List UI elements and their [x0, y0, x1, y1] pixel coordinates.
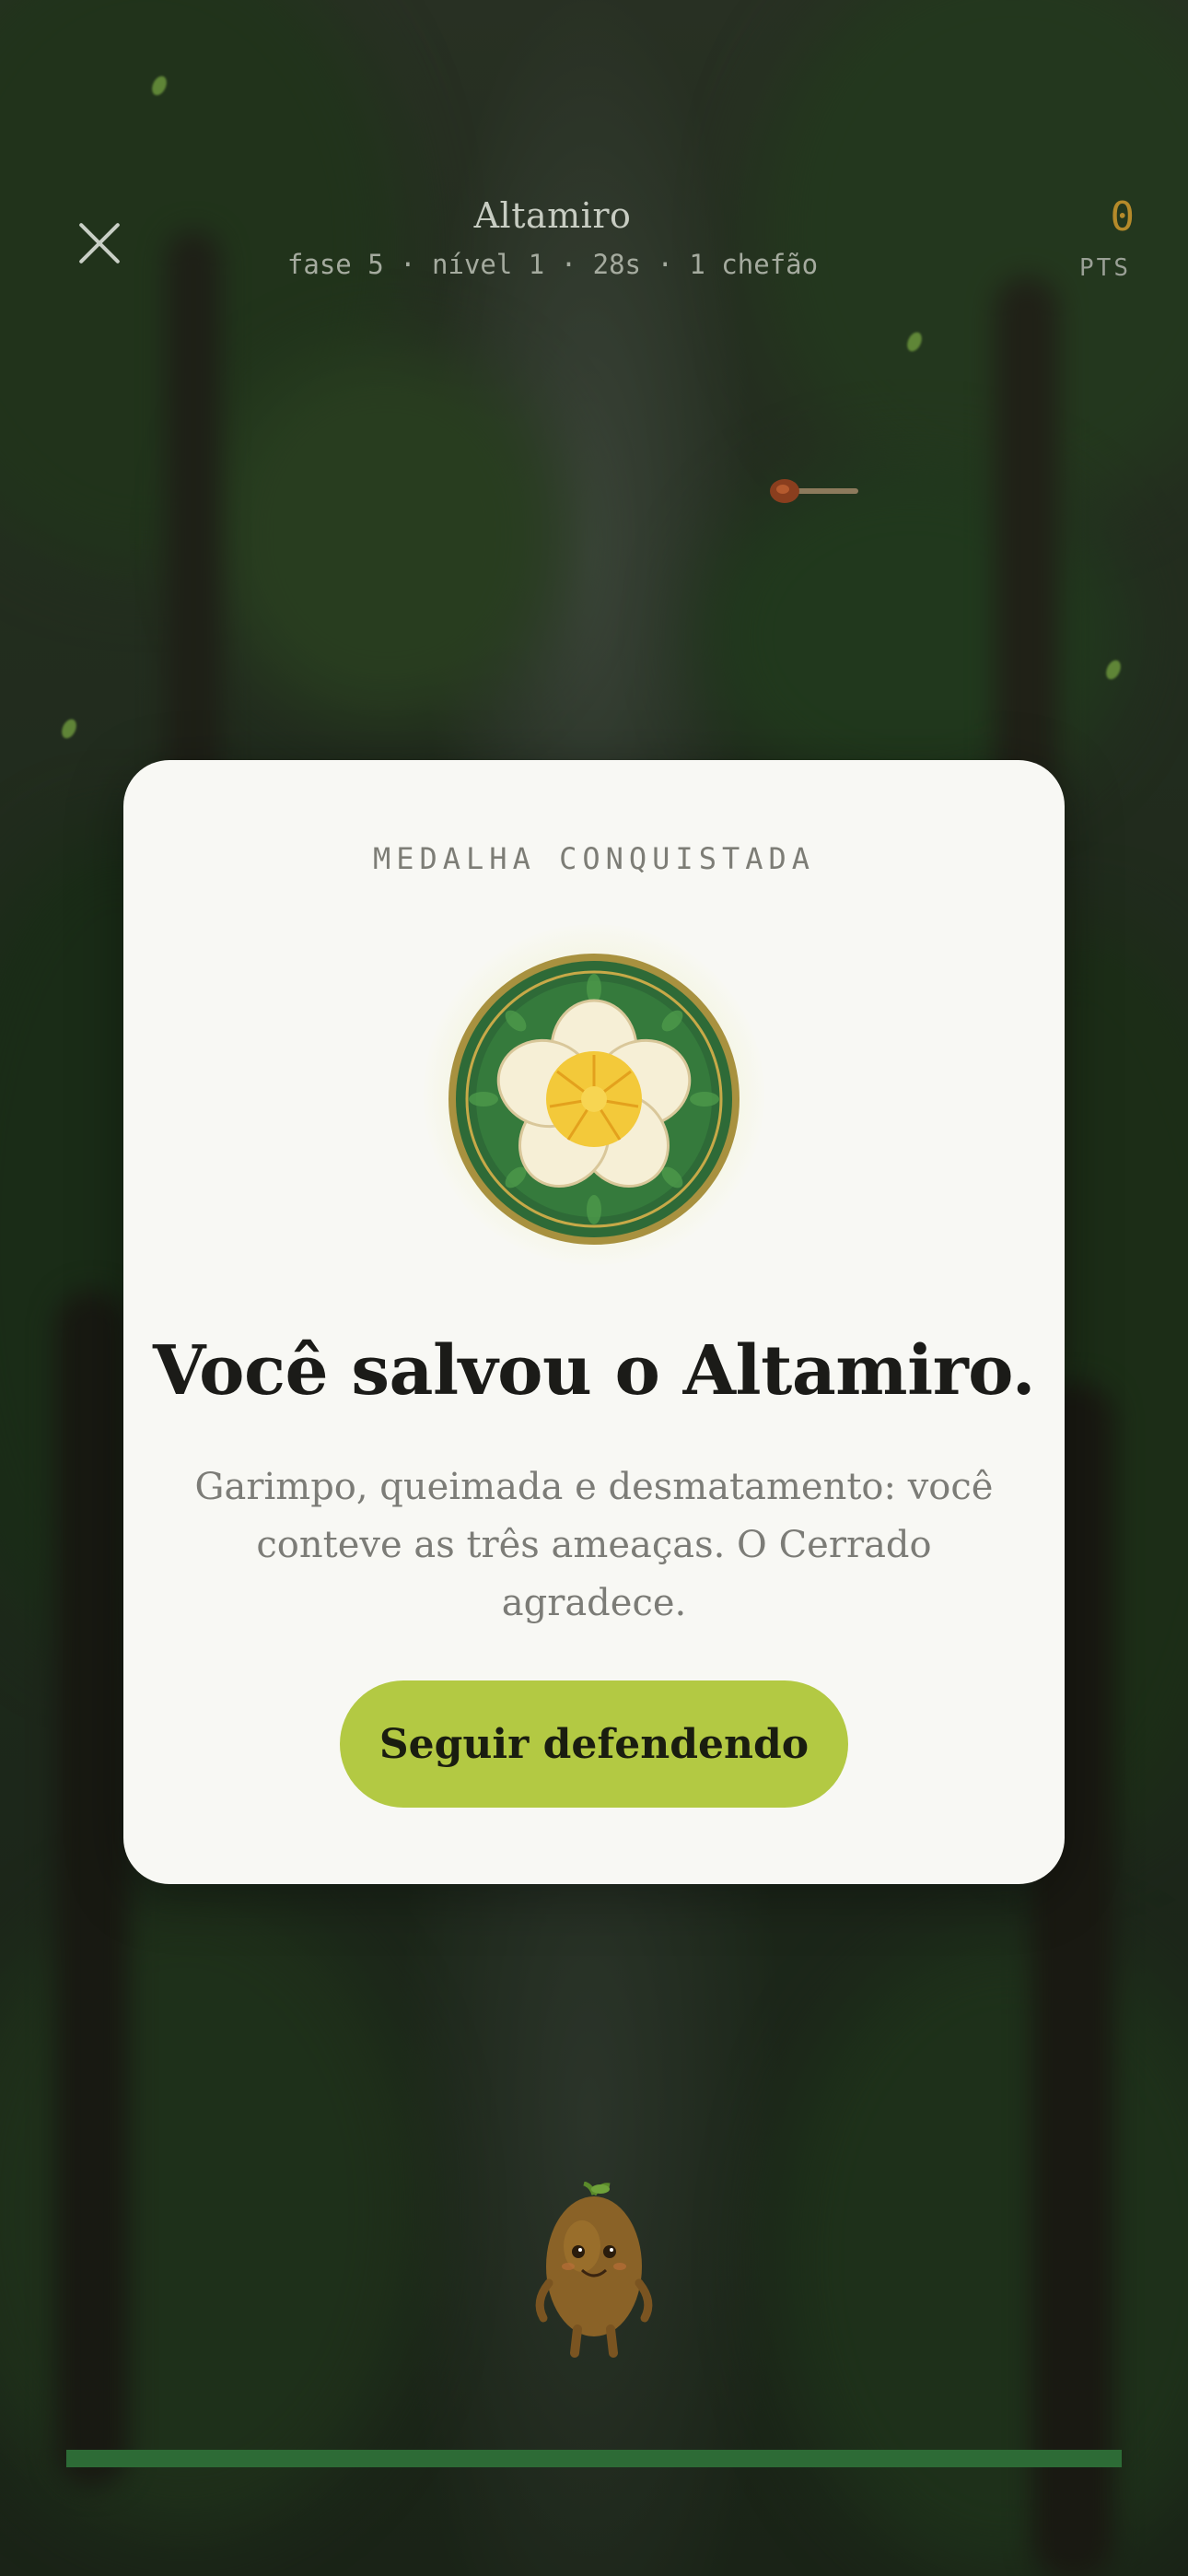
level-title: Altamiro — [473, 195, 632, 236]
level-progress-fill — [66, 2450, 1122, 2467]
flower-medal-icon — [448, 954, 740, 1245]
continue-button[interactable]: Seguir defendendo — [340, 1680, 848, 1808]
level-progress-bar — [66, 2450, 1122, 2467]
seed-projectile-icon — [770, 479, 858, 503]
dialog-eyebrow: MEDALHA CONQUISTADA — [372, 841, 816, 876]
potato-mascot-icon — [535, 2182, 653, 2358]
score-label: PTS — [1079, 254, 1131, 282]
dialog-title: Você salvou o Altamiro. — [152, 1331, 1036, 1411]
level-details: fase 5 · nível 1 · 28s · 1 chefão — [286, 249, 819, 280]
dialog-message: Garimpo, queimada e desmatamento: você c… — [194, 1466, 994, 1624]
medal-dialog: MEDALHA CONQUISTADA Você salvou o Altami… — [123, 760, 1065, 1884]
score-value: 0 — [1110, 193, 1136, 240]
